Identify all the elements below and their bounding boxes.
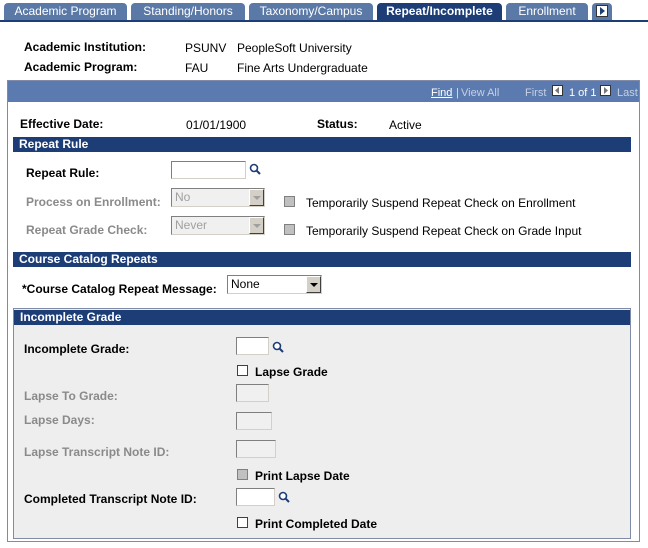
lapse-grade-checkbox[interactable] xyxy=(237,365,248,376)
print-completed-date-label: Print Completed Date xyxy=(255,517,378,531)
suspend-grade-input-checkbox[interactable] xyxy=(284,224,295,235)
suspend-grade-input-label: Temporarily Suspend Repeat Check on Grad… xyxy=(306,224,582,238)
repeat-rule-input[interactable] xyxy=(171,161,246,179)
institution-name: PeopleSoft University xyxy=(237,41,352,55)
lapse-days-label: Lapse Days: xyxy=(24,413,95,427)
incomplete-grade-label: Incomplete Grade: xyxy=(24,342,130,356)
suspend-enrollment-label: Temporarily Suspend Repeat Check on Enro… xyxy=(306,196,576,210)
program-name: Fine Arts Undergraduate xyxy=(237,61,368,75)
incomplete-grade-input[interactable] xyxy=(236,337,269,355)
suspend-enrollment-checkbox[interactable] xyxy=(284,196,295,207)
view-all-link[interactable]: View All xyxy=(461,87,499,99)
completed-note-label: Completed Transcript Note ID: xyxy=(24,492,197,506)
print-lapse-date-label: Print Lapse Date xyxy=(255,469,350,483)
repeat-grade-check-label: Repeat Grade Check: xyxy=(26,223,148,237)
lapse-grade-label: Lapse Grade xyxy=(255,365,328,379)
chevron-down-icon xyxy=(249,217,264,234)
tab-label: Standing/Honors xyxy=(143,4,233,18)
print-completed-date-checkbox[interactable] xyxy=(237,517,248,528)
completed-note-input[interactable] xyxy=(236,488,275,506)
status-label: Status: xyxy=(317,117,358,131)
process-on-enrollment-select[interactable]: No xyxy=(171,188,265,207)
catalog-message-select[interactable]: None xyxy=(227,275,322,294)
process-on-enrollment-value: No xyxy=(175,190,191,204)
lapse-days-input[interactable] xyxy=(236,412,272,430)
catalog-message-value: None xyxy=(231,277,260,291)
tab-taxonomy-campus[interactable]: Taxonomy/Campus xyxy=(249,3,373,20)
find-link[interactable]: Find xyxy=(431,87,452,99)
arrow-left-icon xyxy=(555,87,559,94)
last-label: Last xyxy=(617,87,638,99)
search-icon[interactable] xyxy=(278,491,290,503)
repeat-grade-check-value: Never xyxy=(175,218,208,232)
next-button[interactable] xyxy=(600,85,611,96)
print-lapse-date-checkbox[interactable] xyxy=(237,469,248,480)
tab-academic-program[interactable]: Academic Program xyxy=(4,3,127,20)
search-icon[interactable] xyxy=(272,341,284,353)
search-icon[interactable] xyxy=(249,163,261,175)
repeat-rule-header: Repeat Rule xyxy=(13,137,631,152)
course-catalog-header: Course Catalog Repeats xyxy=(13,252,631,267)
scroll-navbar: Find | View All First 1 of 1 Last xyxy=(8,81,639,102)
tab-label: Enrollment xyxy=(518,4,576,18)
tab-standing-honors[interactable]: Standing/Honors xyxy=(131,3,245,20)
chevron-down-icon xyxy=(306,276,321,293)
repeat-rule-label: Repeat Rule: xyxy=(26,166,100,180)
program-code: FAU xyxy=(185,61,209,75)
program-label: Academic Program: xyxy=(24,60,138,74)
incomplete-grade-header: Incomplete Grade xyxy=(14,310,630,325)
chevron-down-icon xyxy=(249,189,264,206)
lapse-note-label: Lapse Transcript Note ID: xyxy=(24,445,170,459)
process-on-enrollment-label: Process on Enrollment: xyxy=(26,195,161,209)
catalog-message-label: *Course Catalog Repeat Message: xyxy=(22,282,217,296)
lapse-to-grade-input[interactable] xyxy=(236,384,269,402)
status-value: Active xyxy=(389,118,422,132)
tab-scroll-right-button[interactable] xyxy=(592,3,612,20)
navbar-separator: | xyxy=(456,87,459,99)
page-count: 1 of 1 xyxy=(569,87,597,99)
lapse-to-grade-label: Lapse To Grade: xyxy=(24,389,118,403)
effective-date-label: Effective Date: xyxy=(20,117,104,131)
tab-repeat-incomplete[interactable]: Repeat/Incomplete xyxy=(377,3,502,20)
effective-date-value: 01/01/1900 xyxy=(186,118,247,132)
tab-enrollment[interactable]: Enrollment xyxy=(506,3,588,20)
previous-button[interactable] xyxy=(552,85,563,96)
arrow-right-icon xyxy=(596,5,608,17)
arrow-right-icon xyxy=(604,87,608,94)
tab-label: Taxonomy/Campus xyxy=(259,4,363,18)
tab-label: Repeat/Incomplete xyxy=(386,4,493,18)
institution-code: PSUNV xyxy=(185,41,227,55)
lapse-note-input[interactable] xyxy=(236,440,276,458)
repeat-grade-check-select[interactable]: Never xyxy=(171,216,265,235)
tab-underline xyxy=(0,20,648,22)
first-label: First xyxy=(525,87,547,99)
institution-label: Academic Institution: xyxy=(24,40,147,54)
tab-label: Academic Program xyxy=(14,4,117,18)
